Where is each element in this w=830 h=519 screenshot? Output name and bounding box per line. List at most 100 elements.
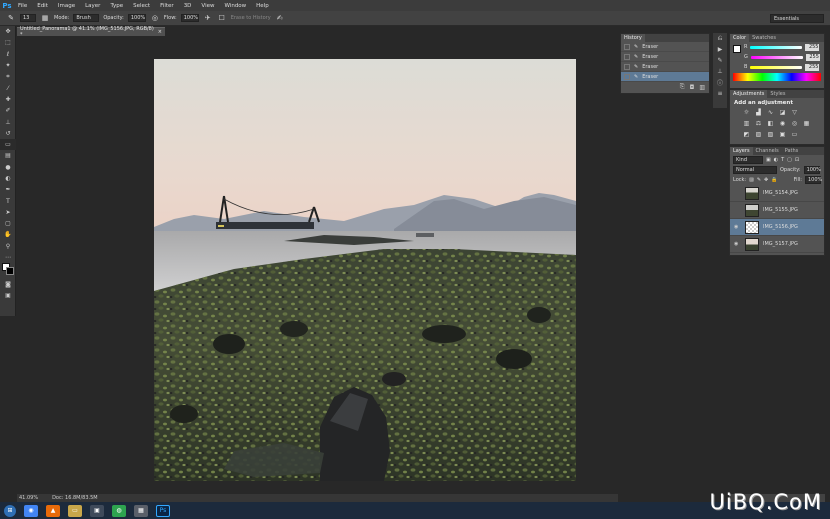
gradient-tool-icon[interactable]: ▤ [0, 150, 16, 161]
gradient-map-icon[interactable]: ▭ [790, 130, 799, 139]
flow-input[interactable]: 100% [180, 14, 199, 22]
selective-color-icon[interactable]: ▣ [778, 130, 787, 139]
type-tool-icon[interactable]: T [0, 195, 16, 206]
red-value-input[interactable]: 255 [805, 43, 820, 51]
curves-icon[interactable]: ∿ [766, 108, 775, 117]
history-source-box[interactable] [624, 43, 630, 50]
lock-position-icon[interactable]: ✥ [764, 177, 768, 183]
menu-help[interactable]: Help [252, 3, 275, 9]
eraser-tool-icon[interactable]: ▭ [0, 138, 16, 151]
snapshot-camera-icon[interactable]: ◘ [690, 84, 695, 91]
menu-type[interactable]: Type [106, 3, 129, 9]
history-state[interactable]: ✎ Eraser [621, 42, 709, 52]
menu-view[interactable]: View [197, 3, 220, 9]
brush-tool-icon[interactable]: ✐ [0, 105, 16, 116]
hand-tool-icon[interactable]: ✋ [0, 229, 16, 240]
tab-styles[interactable]: Styles [767, 90, 788, 98]
black-white-icon[interactable]: ◧ [766, 119, 775, 128]
chrome-icon[interactable]: ◉ [24, 504, 38, 517]
marquee-tool-icon[interactable]: ⬚ [0, 37, 16, 48]
illustrator-icon[interactable]: ▲ [46, 504, 60, 517]
tab-layers[interactable]: Layers [730, 147, 753, 155]
quick-select-tool-icon[interactable]: ✦ [0, 60, 16, 71]
zoom-tool-icon[interactable]: ⚲ [0, 241, 16, 252]
eyedropper-tool-icon[interactable]: ⁄ [0, 82, 16, 93]
new-document-from-state-icon[interactable]: ⎘ [680, 83, 685, 91]
wechat-icon[interactable]: ◍ [112, 504, 126, 517]
invert-icon[interactable]: ◩ [742, 130, 751, 139]
eraser-tool-preset-icon[interactable]: ✎ [6, 13, 16, 23]
history-state[interactable]: ✎ Eraser [621, 52, 709, 62]
history-panel-icon[interactable]: ⎌ [713, 33, 727, 44]
app-icon[interactable]: ▦ [134, 504, 148, 517]
screen-mode-icon[interactable]: ▣ [0, 290, 16, 301]
tab-swatches[interactable]: Swatches [749, 34, 779, 42]
filter-type-icon[interactable]: T [781, 157, 784, 163]
layer-row-selected[interactable]: ◉ IMG_5156.JPG [730, 219, 824, 236]
color-lookup-icon[interactable]: ▦ [802, 119, 811, 128]
move-tool-icon[interactable]: ✥ [0, 26, 16, 37]
green-slider[interactable] [750, 55, 803, 59]
erase-history-checkbox[interactable]: ☐ [217, 13, 227, 23]
threshold-icon[interactable]: ▧ [766, 130, 775, 139]
lock-image-icon[interactable]: ✎ [757, 177, 761, 183]
photo-filter-icon[interactable]: ◉ [778, 119, 787, 128]
pen-tool-icon[interactable]: ✒ [0, 184, 16, 195]
layer-row[interactable]: ◉ IMG_5157.JPG [730, 236, 824, 253]
menu-window[interactable]: Window [220, 3, 252, 9]
brush-panel-icon[interactable]: ✎ [713, 55, 727, 66]
photoshop-taskbar-icon[interactable]: Ps [156, 504, 170, 517]
filter-shape-icon[interactable]: ▢ [787, 157, 792, 163]
actions-panel-icon[interactable]: ▶ [713, 44, 727, 55]
menu-layer[interactable]: Layer [81, 3, 106, 9]
menu-3d[interactable]: 3D [180, 3, 198, 9]
close-icon[interactable]: × [158, 29, 162, 35]
mode-select[interactable]: Brush [73, 14, 100, 22]
history-state-selected[interactable]: ✎ Eraser [621, 72, 709, 82]
history-source-box[interactable] [624, 53, 630, 60]
green-value-input[interactable]: 255 [805, 53, 820, 61]
filter-pixel-icon[interactable]: ▣ [766, 157, 771, 163]
tab-history[interactable]: History [621, 34, 645, 42]
foreground-color-swatch[interactable] [733, 45, 741, 53]
tab-color[interactable]: Color [730, 34, 750, 42]
tab-channels[interactable]: Channels [753, 147, 782, 155]
app-window-icon[interactable]: ▣ [90, 504, 104, 517]
tab-paths[interactable]: Paths [782, 147, 802, 155]
start-button-icon[interactable]: ⊞ [4, 504, 16, 517]
clone-stamp-tool-icon[interactable]: ⊥ [0, 116, 16, 127]
menu-edit[interactable]: Edit [33, 3, 54, 9]
layer-row[interactable]: IMG_5155.JPG [730, 202, 824, 219]
trash-icon[interactable]: ▥ [699, 84, 705, 91]
blur-tool-icon[interactable]: ● [0, 162, 16, 173]
history-source-box[interactable] [624, 63, 630, 70]
brightness-contrast-icon[interactable]: ☼ [742, 108, 751, 117]
tab-adjustments[interactable]: Adjustments [730, 90, 768, 98]
levels-icon[interactable]: ▟ [754, 108, 763, 117]
quick-mask-icon[interactable]: ◙ [0, 279, 16, 290]
brush-size-picker[interactable]: 13 [20, 14, 36, 22]
brush-panel-icon[interactable]: ▦ [40, 13, 50, 23]
layer-kind-filter[interactable]: Kind [733, 156, 763, 164]
filter-adjustment-icon[interactable]: ◐ [774, 157, 778, 163]
lasso-tool-icon[interactable]: ℓ [0, 49, 16, 60]
blue-value-input[interactable]: 255 [805, 63, 820, 71]
crop-tool-icon[interactable]: ⌗ [0, 71, 16, 82]
menu-filter[interactable]: Filter [156, 3, 180, 9]
history-state[interactable]: ✎ Eraser [621, 62, 709, 72]
history-source-box[interactable] [624, 73, 630, 80]
workspace-select[interactable]: Essentials [770, 14, 824, 23]
more-tools-icon[interactable]: ⋯ [0, 252, 16, 263]
layer-row[interactable]: IMG_5154.JPG [730, 185, 824, 202]
menu-image[interactable]: Image [54, 3, 81, 9]
pressure-size-icon[interactable]: ✍ [275, 13, 285, 23]
filter-smart-icon[interactable]: ⊡ [795, 157, 799, 163]
exposure-icon[interactable]: ◪ [778, 108, 787, 117]
history-brush-tool-icon[interactable]: ↺ [0, 128, 16, 139]
pressure-opacity-icon[interactable]: ◎ [150, 13, 160, 23]
shape-tool-icon[interactable]: ▢ [0, 218, 16, 229]
eye-icon[interactable]: ◉ [734, 241, 741, 247]
fill-input[interactable]: 100% [805, 176, 822, 184]
document-canvas-image[interactable] [154, 59, 576, 481]
document-tab[interactable]: Untitled_Panorama1 @ 41.1% (IMG_5156.JPG… [17, 26, 165, 38]
